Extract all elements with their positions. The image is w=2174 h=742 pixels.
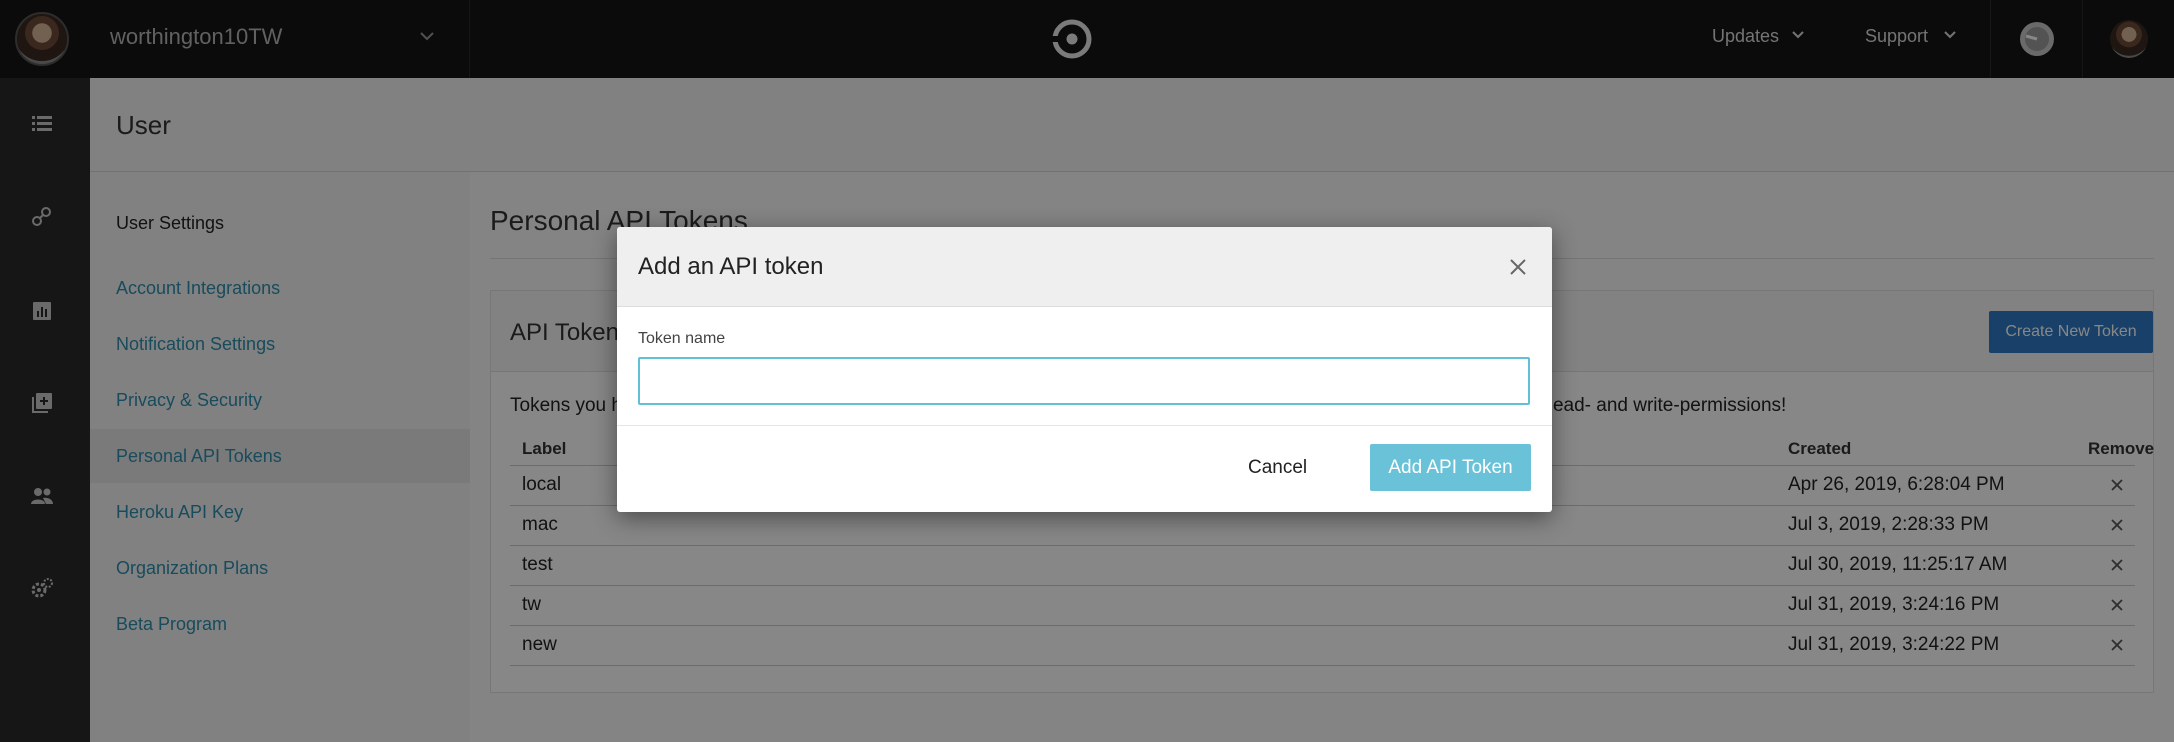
close-icon[interactable]: [1508, 257, 1528, 277]
cancel-button[interactable]: Cancel: [1248, 457, 1307, 479]
dialog-header: Add an API token: [617, 227, 1552, 307]
add-api-token-button[interactable]: Add API Token: [1370, 444, 1531, 491]
token-name-input[interactable]: [638, 357, 1530, 405]
add-api-token-dialog: Add an API token Token name Cancel Add A…: [617, 227, 1552, 512]
divider: [617, 425, 1552, 426]
dialog-title: Add an API token: [638, 253, 824, 280]
token-name-label: Token name: [638, 330, 726, 347]
